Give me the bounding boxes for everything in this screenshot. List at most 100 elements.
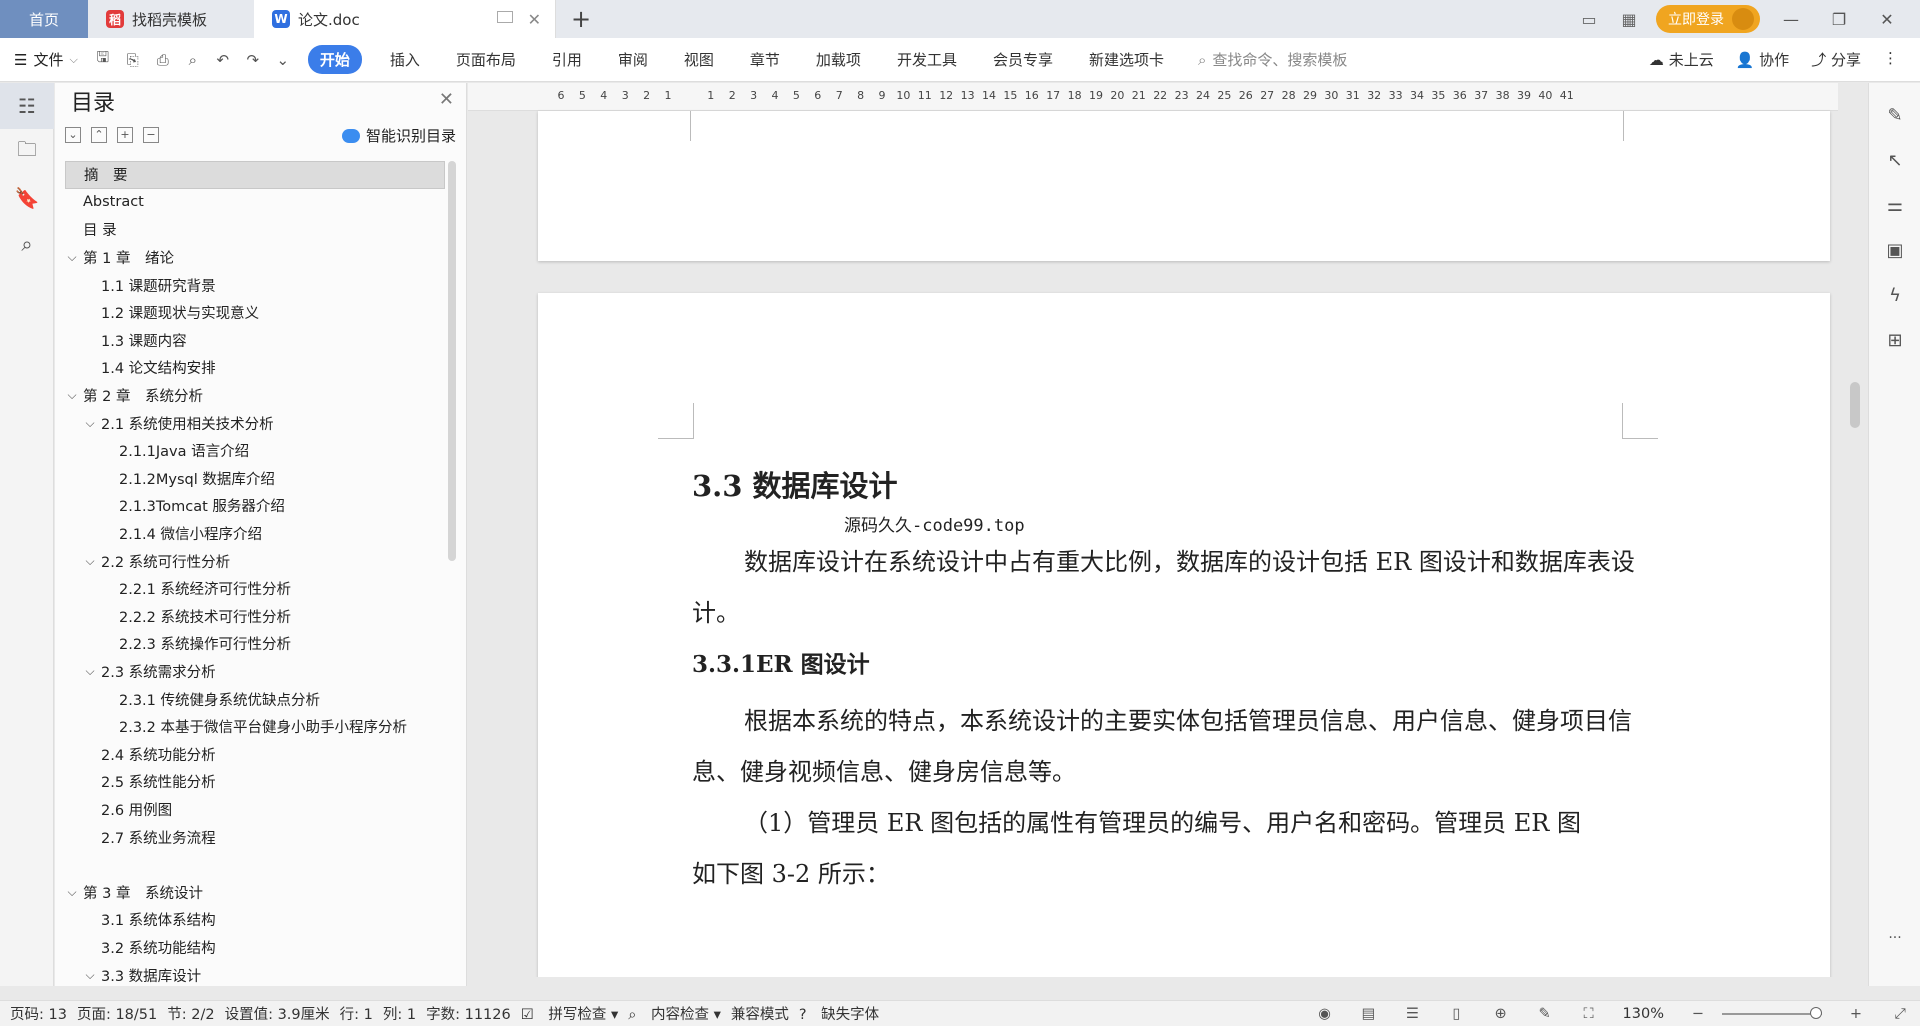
- toc-item[interactable]: 1.4 论文结构安排: [65, 354, 445, 382]
- toc-item[interactable]: ⌵ 2.2 系统可行性分析: [65, 547, 445, 575]
- toc-item[interactable]: 3.1 系统体系结构: [65, 906, 445, 934]
- chevron-down-icon[interactable]: ⌵: [83, 664, 97, 679]
- toc-item[interactable]: 1.3 课题内容: [65, 327, 445, 355]
- outline-view-icon[interactable]: ☰: [1403, 1006, 1423, 1022]
- horizontal-scrollbar[interactable]: [494, 976, 1794, 977]
- smart-toc-button[interactable]: 智能识别目录: [341, 125, 456, 146]
- lightning-icon[interactable]: ϟ: [1869, 273, 1920, 318]
- read-view-icon[interactable]: ▯: [1447, 1006, 1467, 1022]
- more-icon[interactable]: ⌄: [272, 49, 294, 71]
- layout-icon[interactable]: ▭: [1576, 9, 1602, 29]
- undo-icon[interactable]: ↶: [212, 49, 234, 71]
- export-pdf-icon[interactable]: ⎘: [122, 49, 144, 71]
- ruler[interactable]: 6 5 4 3 2 1 1 2 3 4 5 6 7 8 9 10 11 12 13 14 15 16 17 18 19 20 21 2…: [468, 83, 1838, 111]
- eye-icon[interactable]: ◉: [1315, 1006, 1335, 1022]
- zoom-in-icon[interactable]: +: [1846, 1006, 1866, 1022]
- add-icon[interactable]: +: [117, 127, 133, 143]
- toc-item[interactable]: 2.7 系统业务流程: [65, 823, 445, 851]
- toc-item[interactable]: 3.2 系统功能结构: [65, 934, 445, 962]
- toc-item[interactable]: ⌵ 2.1 系统使用相关技术分析: [65, 409, 445, 437]
- vertical-scrollbar[interactable]: [1848, 112, 1862, 982]
- redo-icon[interactable]: ↷: [242, 49, 264, 71]
- tab-home[interactable]: 首页: [0, 0, 88, 38]
- tab-addins[interactable]: 加载项: [798, 49, 879, 70]
- tab-page-layout[interactable]: 页面布局: [438, 49, 534, 70]
- status-pages[interactable]: 页面: 18/51: [77, 1003, 157, 1024]
- toc-item[interactable]: 目 录: [65, 216, 445, 244]
- toc-item[interactable]: ⌵ 2.3 系统需求分析: [65, 658, 445, 686]
- toc-item[interactable]: 1.1 课题研究背景: [65, 271, 445, 299]
- toc-item[interactable]: 2.3.2 本基于微信平台健身小助手小程序分析: [65, 713, 445, 741]
- tab-window-icon[interactable]: [497, 11, 513, 23]
- toc-item[interactable]: 1.2 课题现状与实现意义: [65, 299, 445, 327]
- pen-icon[interactable]: ✎: [1535, 1006, 1555, 1022]
- bookmark-icon[interactable]: 🔖: [0, 175, 54, 221]
- command-search[interactable]: ⌕ 查找命令、搜索模板: [1198, 49, 1347, 70]
- zoom-knob[interactable]: [1810, 1006, 1822, 1019]
- zoom-slider[interactable]: [1722, 1006, 1822, 1019]
- login-button[interactable]: 立即登录: [1656, 5, 1760, 33]
- tab-member[interactable]: 会员专享: [975, 49, 1071, 70]
- toc-item[interactable]: 2.2.2 系统技术可行性分析: [65, 603, 445, 631]
- tab-template[interactable]: 稻 找稻壳模板: [88, 0, 254, 38]
- restore-icon[interactable]: ❐: [1822, 10, 1856, 29]
- chevron-down-icon[interactable]: ⌵: [65, 885, 79, 900]
- add-tab-button[interactable]: +: [556, 0, 606, 38]
- toc-item[interactable]: 摘 要: [65, 161, 445, 189]
- tab-review[interactable]: 审阅: [600, 49, 666, 70]
- tab-new[interactable]: 新建选项卡: [1071, 49, 1182, 70]
- toc-scrollbar[interactable]: [448, 161, 456, 561]
- tab-developer[interactable]: 开发工具: [879, 49, 975, 70]
- close-tab-icon[interactable]: ✕: [528, 10, 541, 29]
- chevron-down-icon[interactable]: ⌵: [65, 250, 79, 265]
- print-icon[interactable]: ⎙: [152, 49, 174, 71]
- toc-item[interactable]: 2.2.1 系统经济可行性分析: [65, 575, 445, 603]
- tab-document[interactable]: W 论文.doc ✕: [254, 0, 556, 38]
- remove-icon[interactable]: −: [143, 127, 159, 143]
- chevron-down-icon[interactable]: ⌵: [65, 388, 79, 403]
- toc-item[interactable]: Abstract: [65, 189, 445, 217]
- close-window-icon[interactable]: ✕: [1870, 10, 1904, 29]
- toc-item[interactable]: [65, 851, 445, 879]
- tab-references[interactable]: 引用: [534, 49, 600, 70]
- minimize-icon[interactable]: —: [1774, 10, 1808, 29]
- toc-view-icon[interactable]: ☷: [0, 83, 54, 129]
- cursor-icon[interactable]: ↖: [1869, 138, 1920, 183]
- apps-grid-icon[interactable]: ▦: [1616, 9, 1642, 29]
- collapse-down-icon[interactable]: ⌄: [65, 127, 81, 143]
- print-preview-icon[interactable]: ⌕: [182, 49, 204, 71]
- toc-item[interactable]: 2.1.3Tomcat 服务器介绍: [65, 492, 445, 520]
- chevron-down-icon[interactable]: ⌵: [83, 968, 97, 983]
- tab-section[interactable]: 章节: [732, 49, 798, 70]
- toc-item[interactable]: 2.1.1Java 语言介绍: [65, 437, 445, 465]
- find-icon[interactable]: ⌕: [0, 221, 54, 267]
- edit-icon[interactable]: ✎: [1869, 93, 1920, 138]
- share-button[interactable]: ⤴ 分享: [1811, 49, 1861, 70]
- toc-item[interactable]: 2.2.3 系统操作可行性分析: [65, 630, 445, 658]
- toc-item[interactable]: ⌵ 第 2 章 系统分析: [65, 382, 445, 410]
- chevron-down-icon[interactable]: ⌵: [83, 554, 97, 569]
- tab-insert[interactable]: 插入: [372, 49, 438, 70]
- chevron-down-icon[interactable]: ⌵: [83, 416, 97, 431]
- status-words[interactable]: 字数: 11126: [426, 1003, 511, 1024]
- fit-icon[interactable]: ⛶: [1579, 1006, 1599, 1022]
- toc-item[interactable]: 2.6 用例图: [65, 796, 445, 824]
- more-dots-icon[interactable]: ···: [1869, 930, 1920, 946]
- missing-font-button[interactable]: ? 缺失字体: [799, 1003, 879, 1024]
- toc-item[interactable]: 2.1.4 微信小程序介绍: [65, 520, 445, 548]
- toc-item[interactable]: 2.3.1 传统健身系统优缺点分析: [65, 685, 445, 713]
- page-view-icon[interactable]: ▤: [1359, 1006, 1379, 1022]
- folder-icon[interactable]: 🗀: [0, 129, 54, 175]
- collab-button[interactable]: 👤 协作: [1736, 49, 1789, 70]
- sliders-icon[interactable]: ⚌: [1869, 183, 1920, 228]
- image-icon[interactable]: ▣: [1869, 228, 1920, 273]
- tab-start[interactable]: 开始: [307, 45, 362, 74]
- toc-item[interactable]: 2.4 系统功能分析: [65, 740, 445, 768]
- vertical-scroll-thumb[interactable]: [1850, 382, 1860, 428]
- fullscreen-icon[interactable]: ⤢: [1890, 1006, 1910, 1022]
- web-view-icon[interactable]: ⊕: [1491, 1006, 1511, 1022]
- close-icon[interactable]: ✕: [439, 89, 454, 110]
- toc-item[interactable]: ⌵ 3.3 数据库设计: [65, 961, 445, 989]
- more-vert-icon[interactable]: ⋮: [1883, 49, 1898, 70]
- book-icon[interactable]: ⊞: [1869, 318, 1920, 363]
